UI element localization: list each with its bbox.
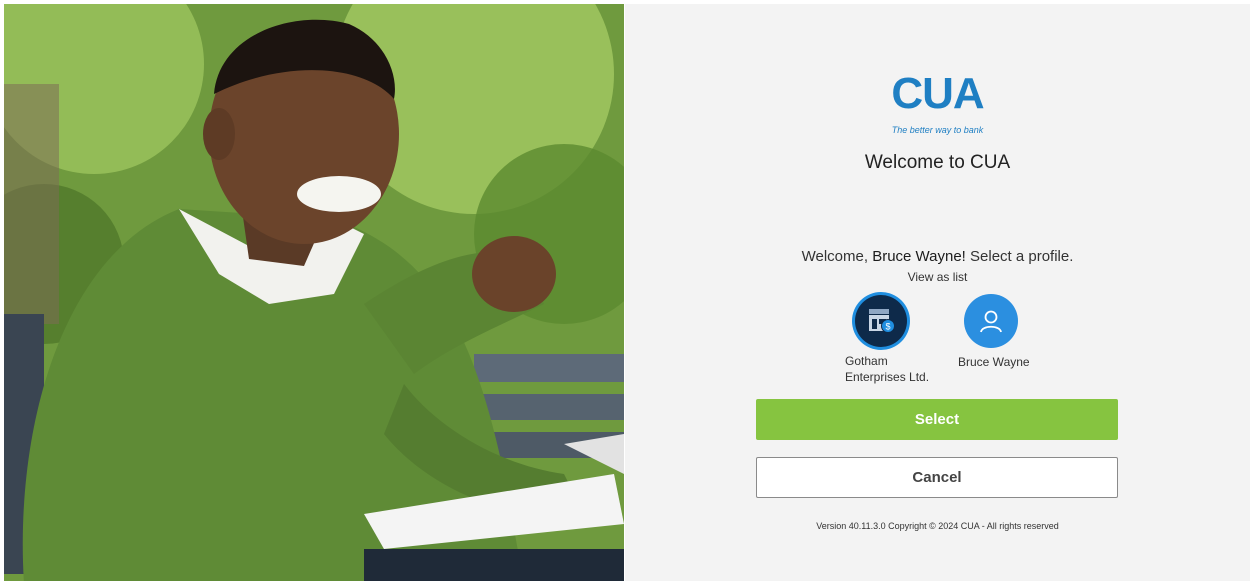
user-name: Bruce Wayne! (872, 248, 966, 265)
cancel-button[interactable]: Cancel (756, 457, 1118, 498)
view-as-list-link[interactable]: View as list (625, 270, 1250, 284)
page-title: Welcome to CUA (864, 152, 1011, 173)
profile-label-line2: Enterprises Ltd. (845, 370, 930, 384)
profile-option-personal[interactable]: Bruce Wayne (958, 294, 1058, 370)
greeting-suffix: Select a profile. (970, 248, 1074, 265)
login-screen: CUA The better way to bank Welcome to CU… (0, 0, 1254, 583)
cua-logo: CUA The better way to bank (875, 70, 1000, 140)
profile-option-business[interactable]: $ Gotham Enterprises Ltd. (845, 294, 945, 385)
select-button[interactable]: Select (756, 399, 1118, 440)
svg-text:$: $ (885, 322, 890, 332)
profile-label: Gotham Enterprises Ltd. (845, 353, 945, 385)
greeting-prefix: Welcome, (801, 248, 869, 265)
profile-label: Bruce Wayne (958, 354, 1058, 370)
business-store-icon: $ (855, 295, 907, 347)
logo-wordmark: CUA (891, 69, 984, 118)
login-panel: CUA The better way to bank Welcome to CU… (625, 4, 1250, 581)
profile-label-line1: Gotham (845, 354, 888, 368)
footer-copyright: Version 40.11.3.0 Copyright © 2024 CUA -… (816, 521, 1059, 531)
greeting-text: Welcome, Bruce Wayne! Select a profile. (625, 248, 1250, 265)
person-icon (964, 294, 1018, 348)
profile-label-line1: Bruce Wayne (958, 355, 1030, 369)
hero-photo (4, 4, 624, 581)
logo-tagline: The better way to bank (891, 125, 984, 135)
